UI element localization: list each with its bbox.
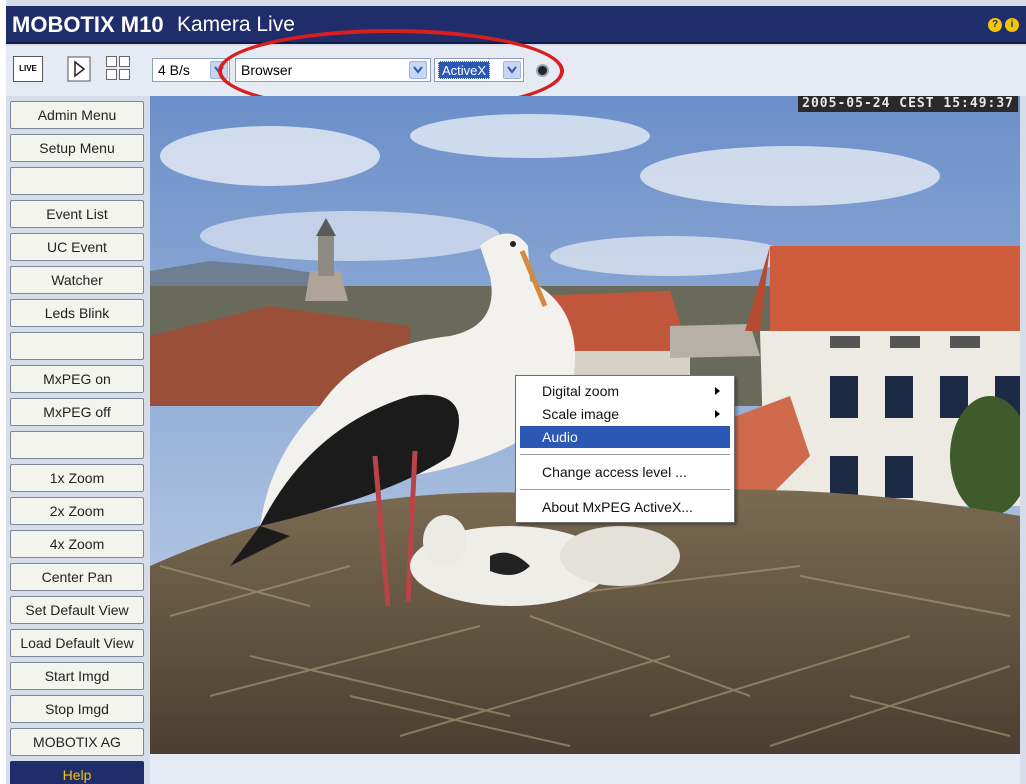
menu-item-label: Change access level ... [542, 464, 687, 480]
sidebar-button-center-pan[interactable]: Center Pan [10, 563, 144, 591]
menu-item-label: About MxPEG ActiveX... [542, 499, 693, 515]
sidebar-button-set-default-view[interactable]: Set Default View [10, 596, 144, 624]
camera-view[interactable]: 2005-05-24 CEST 15:49:37 Digital zoom Sc… [150, 96, 1020, 754]
menu-item-audio[interactable]: Audio [520, 426, 730, 448]
grid-icon[interactable] [105, 56, 131, 82]
sidebar-button-event-list[interactable]: Event List [10, 200, 144, 228]
submenu-arrow-icon [715, 410, 720, 418]
sidebar-button-blank-2[interactable] [10, 167, 144, 195]
sidebar-button-4x-zoom[interactable]: 4x Zoom [10, 530, 144, 558]
help-icon[interactable]: ? [988, 18, 1002, 32]
camera-timestamp: 2005-05-24 CEST 15:49:37 [798, 96, 1018, 112]
menu-item-about-mxpeg-activex[interactable]: About MxPEG ActiveX... [520, 496, 730, 518]
status-strip [150, 754, 1020, 784]
play-icon[interactable] [67, 56, 91, 82]
sidebar-button-2x-zoom[interactable]: 2x Zoom [10, 497, 144, 525]
menu-item-label: Digital zoom [542, 383, 620, 399]
menu-item-label: Scale image [542, 406, 620, 422]
submenu-arrow-icon [715, 387, 720, 395]
menu-separator [520, 454, 730, 455]
sidebar-button-mxpeg-on[interactable]: MxPEG on [10, 365, 144, 393]
menu-item-label: Audio [542, 429, 578, 445]
sidebar-button-help[interactable]: Help [10, 761, 144, 784]
menu-item-digital-zoom[interactable]: Digital zoom [520, 380, 730, 402]
context-menu: Digital zoom Scale image Audio Change ac… [515, 375, 735, 523]
sidebar-button-start-imgd[interactable]: Start Imgd [10, 662, 144, 690]
menu-item-scale-image[interactable]: Scale image [520, 403, 730, 425]
data-rate-value: 4 B/s [158, 62, 190, 78]
sidebar-button-watcher[interactable]: Watcher [10, 266, 144, 294]
sidebar-button-mxpeg-off[interactable]: MxPEG off [10, 398, 144, 426]
sidebar-button-stop-imgd[interactable]: Stop Imgd [10, 695, 144, 723]
app-brand: MOBOTIX M10 [12, 12, 164, 37]
sidebar-button-load-default-view[interactable]: Load Default View [10, 629, 144, 657]
sidebar-button-blank-7[interactable] [10, 332, 144, 360]
sidebar-button-leds-blink[interactable]: Leds Blink [10, 299, 144, 327]
menu-item-change-access-level[interactable]: Change access level ... [520, 461, 730, 483]
sidebar-button-setup-menu[interactable]: Setup Menu [10, 134, 144, 162]
page-title: Kamera Live [177, 13, 295, 36]
menu-separator [520, 489, 730, 490]
sidebar-button-mobotix-ag[interactable]: MOBOTIX AG [10, 728, 144, 756]
live-button[interactable]: LIVE [13, 56, 43, 82]
sidebar-button-1x-zoom[interactable]: 1x Zoom [10, 464, 144, 492]
title-bar: MOBOTIX M10 Kamera Live ? i [6, 6, 1026, 44]
info-icon[interactable]: i [1005, 18, 1019, 32]
sidebar-button-blank-10[interactable] [10, 431, 144, 459]
sidebar: Admin Menu Setup Menu Event List UC Event Wa… [6, 96, 150, 784]
sidebar-button-admin-menu[interactable]: Admin Menu [10, 101, 144, 129]
sidebar-button-uc-event[interactable]: UC Event [10, 233, 144, 261]
